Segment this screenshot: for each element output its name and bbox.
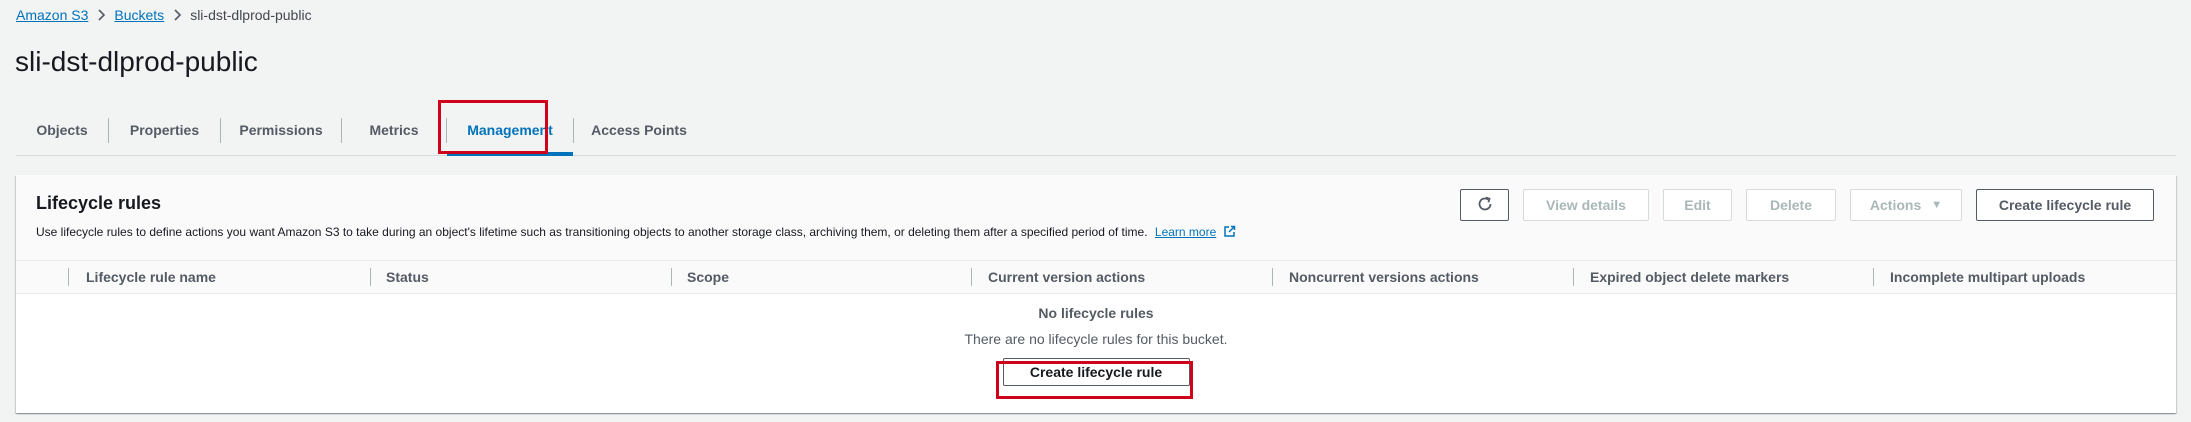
column-divider	[68, 268, 69, 286]
column-divider	[671, 268, 672, 286]
column-header-rule-name[interactable]: Lifecycle rule name	[86, 261, 216, 293]
actions-label: Actions	[1869, 197, 1922, 213]
breadcrumb-amazon-s3[interactable]: Amazon S3	[16, 7, 88, 23]
create-lifecycle-rule-button[interactable]: Create lifecycle rule	[1002, 358, 1190, 386]
section-description: Use lifecycle rules to define actions yo…	[36, 225, 1236, 241]
column-divider	[971, 268, 972, 286]
edit-button[interactable]: Edit	[1663, 189, 1732, 221]
refresh-button[interactable]	[1460, 189, 1509, 221]
tab-properties[interactable]: Properties	[109, 104, 220, 155]
empty-state-title: No lifecycle rules	[1038, 305, 1154, 321]
view-details-button[interactable]: View details	[1523, 189, 1649, 221]
breadcrumb-current: sli-dst-dlprod-public	[190, 7, 312, 23]
external-link-icon	[1223, 225, 1236, 241]
table-header: Lifecycle rule name Status Scope Current…	[16, 261, 2176, 294]
column-divider	[370, 268, 371, 286]
tab-permissions[interactable]: Permissions	[221, 104, 341, 155]
empty-state-description: There are no lifecycle rules for this bu…	[964, 331, 1228, 347]
panel-header: Lifecycle rules Use lifecycle rules to d…	[16, 175, 2176, 261]
column-header-noncurrent-versions-actions[interactable]: Noncurrent versions actions	[1289, 261, 1479, 293]
create-lifecycle-rule-header-button[interactable]: Create lifecycle rule	[1976, 189, 2154, 221]
chevron-right-icon	[88, 9, 114, 21]
column-header-status[interactable]: Status	[386, 261, 429, 293]
tab-objects[interactable]: Objects	[16, 104, 108, 155]
column-divider	[1573, 268, 1574, 286]
empty-state-actions: Create lifecycle rule	[16, 358, 2176, 386]
tab-bar: Objects Properties Permissions Metrics M…	[16, 104, 2176, 156]
column-header-scope[interactable]: Scope	[687, 261, 729, 293]
breadcrumb: Amazon S3 Buckets sli-dst-dlprod-public	[16, 4, 312, 26]
learn-more-link[interactable]: Learn more	[1155, 225, 1216, 239]
description-text: Use lifecycle rules to define actions yo…	[36, 225, 1148, 239]
header-actions: View details Edit Delete Actions ▼ Creat…	[1460, 189, 2154, 221]
column-divider	[1873, 268, 1874, 286]
page-title: sli-dst-dlprod-public	[15, 46, 258, 77]
tab-management[interactable]: Management	[447, 104, 573, 156]
caret-down-icon: ▼	[1931, 199, 1943, 211]
chevron-right-icon	[164, 9, 190, 21]
column-header-current-version-actions[interactable]: Current version actions	[988, 261, 1145, 293]
column-divider	[1272, 268, 1273, 286]
breadcrumb-buckets[interactable]: Buckets	[114, 7, 164, 23]
tab-access-points[interactable]: Access Points	[574, 104, 704, 155]
column-header-expired-delete-markers[interactable]: Expired object delete markers	[1590, 261, 1789, 293]
delete-button[interactable]: Delete	[1746, 189, 1836, 221]
section-title: Lifecycle rules	[36, 193, 162, 213]
tab-metrics[interactable]: Metrics	[342, 104, 446, 155]
lifecycle-rules-panel: Lifecycle rules Use lifecycle rules to d…	[16, 175, 2176, 413]
actions-dropdown-button[interactable]: Actions ▼	[1850, 189, 1962, 221]
refresh-icon	[1476, 195, 1494, 216]
column-header-incomplete-multipart[interactable]: Incomplete multipart uploads	[1890, 261, 2085, 293]
